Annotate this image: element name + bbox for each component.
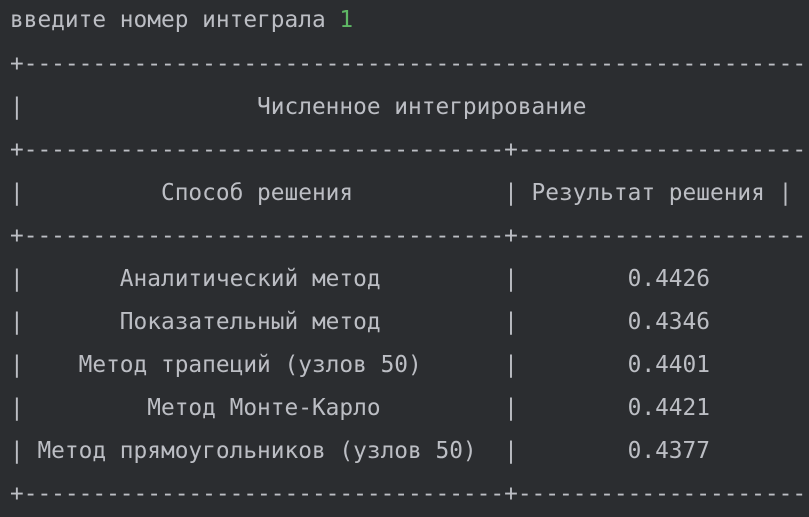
console-output: введите номер интеграла 1 +-------------… [0,0,809,517]
table-row-monte-carlo: | Метод Монте-Карло | 0.4421 | [10,395,809,421]
prompt-text: введите номер интеграла [10,7,340,33]
table-row-analytic: | Аналитический метод | 0.4426 | [10,266,809,292]
table-border-title: +-----------------------------------+---… [10,137,809,163]
table-title-row: | Численное интегрирование | [10,94,587,120]
table-header-row: | Способ решения | Результат решения | [10,180,793,206]
prompt-line: введите номер интеграла 1 [10,5,353,35]
prompt-input-value: 1 [339,7,354,33]
table-row-exponential: | Показательный метод | 0.4346 | [10,309,809,335]
table-row-rectangles: | Метод прямоугольников (узлов 50) | 0.4… [10,438,809,464]
table-row-trapezoid: | Метод трапеций (узлов 50) | 0.4401 | [10,352,809,378]
table-border-header: +-----------------------------------+---… [10,223,809,249]
table-border-bottom: +-----------------------------------+---… [10,481,809,507]
table-border-top: +---------------------------------------… [10,51,809,77]
